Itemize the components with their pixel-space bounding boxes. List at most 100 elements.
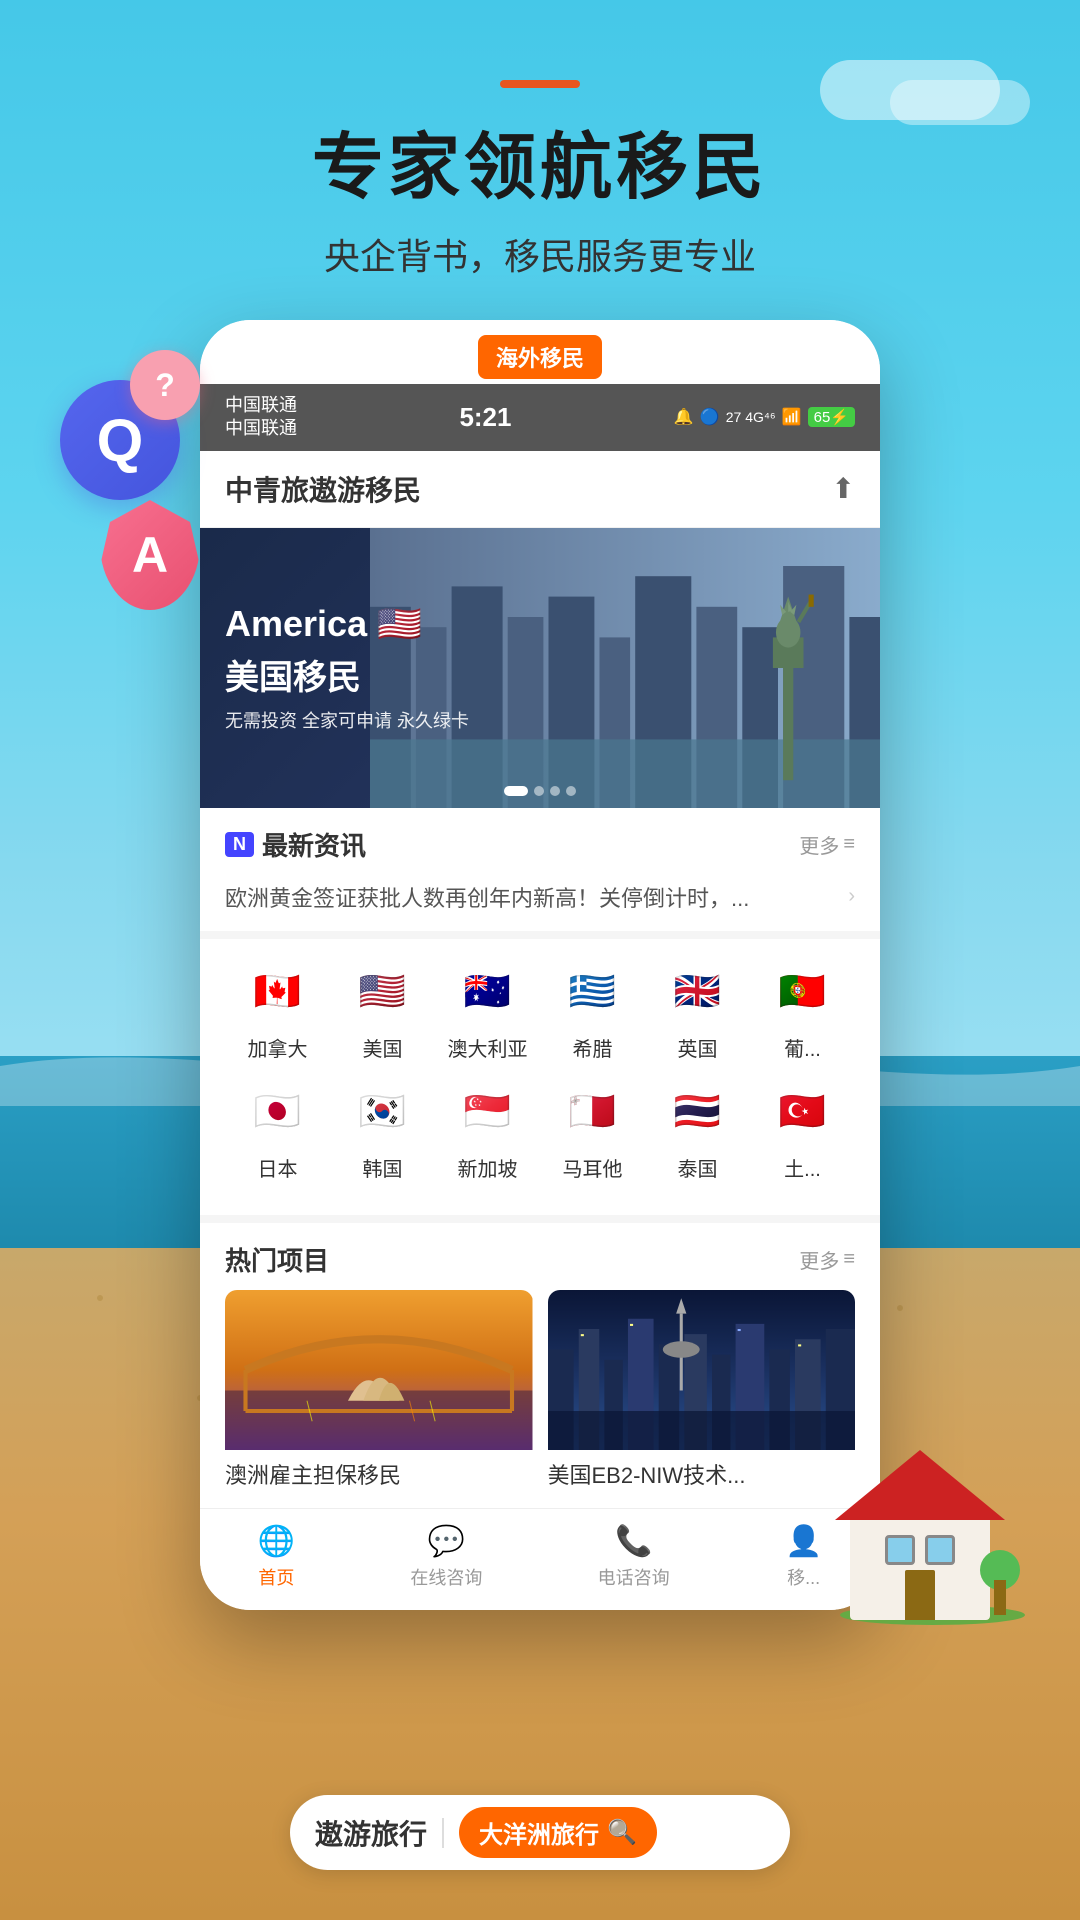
hot-card-title-australia: 澳洲雇主担保移民 xyxy=(225,1450,533,1490)
nav-migrate[interactable]: 👤 移... xyxy=(785,1524,822,1590)
question-bubble: ? xyxy=(130,350,200,420)
country-label-singapore: 新加坡 xyxy=(458,1153,518,1182)
flag-australia: 🇦🇺 xyxy=(453,957,523,1027)
house-3d xyxy=(830,1440,1030,1620)
hot-card-australia[interactable]: 澳洲雇主担保移民 xyxy=(225,1290,533,1490)
sub-title: 央企背书，移民服务更专业 xyxy=(0,228,1080,280)
country-label-korea: 韩国 xyxy=(363,1153,403,1182)
dot-3[interactable] xyxy=(550,786,560,796)
phone-icon: 📞 xyxy=(615,1524,652,1559)
bottom-search-bar[interactable]: 遨游旅行 大洋洲旅行 🔍 xyxy=(290,1795,790,1870)
nav-migrate-label: 移... xyxy=(787,1564,820,1590)
header-accent xyxy=(500,80,580,88)
country-label-australia: 澳大利亚 xyxy=(448,1033,528,1062)
chevron-right-icon: › xyxy=(848,885,855,908)
country-uk[interactable]: 🇬🇧 英国 xyxy=(645,957,750,1062)
search-icon: 🔍 xyxy=(607,1818,637,1847)
search-brand: 遨游旅行 xyxy=(315,1813,427,1853)
hot-card-usa[interactable]: 美国EB2-NIW技术... xyxy=(548,1290,856,1490)
nav-online-consult[interactable]: 💬 在线咨询 xyxy=(410,1524,482,1590)
country-portugal[interactable]: 🇵🇹 葡... xyxy=(750,957,855,1062)
country-label-turkey: 土... xyxy=(784,1153,821,1182)
banner[interactable]: America 🇺🇸 美国移民 无需投资 全家可申请 永久绿卡 xyxy=(200,528,880,808)
nav-home-label: 首页 xyxy=(258,1564,294,1590)
status-icons: 🔔 🔵 27 4G⁴⁶ 📶 65⚡ xyxy=(674,407,855,427)
globe-icon: 🌐 xyxy=(258,1524,295,1559)
hot-card-img-australia xyxy=(225,1290,533,1450)
hot-card-title-usa: 美国EB2-NIW技术... xyxy=(548,1450,856,1490)
country-label-uk: 英国 xyxy=(678,1033,718,1062)
dot-2[interactable] xyxy=(534,786,544,796)
share-icon[interactable]: ⬆ xyxy=(832,472,855,505)
header-area: 专家领航移民 央企背书，移民服务更专业 xyxy=(0,80,1080,280)
country-label-japan: 日本 xyxy=(258,1153,298,1182)
house-door xyxy=(905,1570,935,1620)
country-greece[interactable]: 🇬🇷 希腊 xyxy=(540,957,645,1062)
news-header: N 最新资讯 更多 ≡ xyxy=(225,826,855,863)
banner-en-text: America 🇺🇸 xyxy=(225,603,469,645)
flag-thailand: 🇹🇭 xyxy=(663,1077,733,1147)
news-more-link[interactable]: 更多 ≡ xyxy=(799,830,855,859)
banner-pagination xyxy=(504,786,576,796)
hot-more-link[interactable]: 更多 ≡ xyxy=(799,1245,855,1274)
country-canada[interactable]: 🇨🇦 加拿大 xyxy=(225,957,330,1062)
country-singapore[interactable]: 🇸🇬 新加坡 xyxy=(435,1077,540,1182)
nav-online-label: 在线咨询 xyxy=(410,1564,482,1590)
news-title: N 最新资讯 xyxy=(225,826,366,863)
person-icon: 👤 xyxy=(785,1524,822,1559)
flag-malta: 🇲🇹 xyxy=(558,1077,628,1147)
country-thailand[interactable]: 🇹🇭 泰国 xyxy=(645,1077,750,1182)
bottom-nav: 🌐 首页 💬 在线咨询 📞 电话咨询 👤 移... xyxy=(200,1508,880,1610)
country-label-malta: 马耳他 xyxy=(563,1153,623,1182)
nav-phone-consult[interactable]: 📞 电话咨询 xyxy=(598,1524,670,1590)
phone-mockup: 海外移民 中国联通 中国联通 5:21 🔔 🔵 27 4G⁴⁶ 📶 65⚡ 中青… xyxy=(200,320,880,1610)
country-turkey[interactable]: 🇹🇷 土... xyxy=(750,1077,855,1182)
n-badge: N xyxy=(225,832,254,857)
flag-portugal: 🇵🇹 xyxy=(768,957,838,1027)
house-tree xyxy=(980,1550,1020,1615)
search-divider xyxy=(442,1818,444,1848)
hot-card-img-usa xyxy=(548,1290,856,1450)
house-window-right xyxy=(925,1535,955,1565)
nav-phone-label: 电话咨询 xyxy=(598,1564,670,1590)
country-label-greece: 希腊 xyxy=(573,1033,613,1062)
flag-usa: 🇺🇸 xyxy=(348,957,418,1027)
nav-home[interactable]: 🌐 首页 xyxy=(258,1524,295,1590)
country-label-usa: 美国 xyxy=(363,1033,403,1062)
hot-grid: 澳洲雇主担保移民 xyxy=(225,1290,855,1490)
country-korea[interactable]: 🇰🇷 韩国 xyxy=(330,1077,435,1182)
country-label-canada: 加拿大 xyxy=(248,1033,308,1062)
country-japan[interactable]: 🇯🇵 日本 xyxy=(225,1077,330,1182)
flag-turkey: 🇹🇷 xyxy=(768,1077,838,1147)
country-row-2: 🇯🇵 日本 🇰🇷 韩国 🇸🇬 新加坡 🇲🇹 马耳他 🇹🇭 泰国 🇹🇷 xyxy=(225,1077,855,1182)
flag-japan: 🇯🇵 xyxy=(243,1077,313,1147)
dot-1[interactable] xyxy=(504,786,528,796)
hot-title: 热门项目 xyxy=(225,1241,329,1278)
status-bar: 中国联通 中国联通 5:21 🔔 🔵 27 4G⁴⁶ 📶 65⚡ xyxy=(200,384,880,451)
app-title: 中青旅遨游移民 xyxy=(225,469,421,509)
country-label-portugal: 葡... xyxy=(784,1033,821,1062)
q-bubble: Q ? xyxy=(60,380,180,500)
flag-korea: 🇰🇷 xyxy=(348,1077,418,1147)
flag-uk: 🇬🇧 xyxy=(663,957,733,1027)
country-usa[interactable]: 🇺🇸 美国 xyxy=(330,957,435,1062)
banner-desc: 无需投资 全家可申请 永久绿卡 xyxy=(225,707,469,733)
main-title: 专家领航移民 xyxy=(0,108,1080,213)
flag-singapore: 🇸🇬 xyxy=(453,1077,523,1147)
dot-4[interactable] xyxy=(566,786,576,796)
house-window-left xyxy=(885,1535,915,1565)
status-time: 5:21 xyxy=(459,402,511,433)
news-item[interactable]: 欧洲黄金签证获批人数再创年内新高！关停倒计时，... › xyxy=(225,875,855,919)
hot-section: 热门项目 更多 ≡ xyxy=(200,1215,880,1508)
country-row-1: 🇨🇦 加拿大 🇺🇸 美国 🇦🇺 澳大利亚 🇬🇷 希腊 🇬🇧 英国 🇵🇹 xyxy=(225,957,855,1062)
country-section: 🇨🇦 加拿大 🇺🇸 美国 🇦🇺 澳大利亚 🇬🇷 希腊 🇬🇧 英国 🇵🇹 xyxy=(200,931,880,1215)
search-button[interactable]: 大洋洲旅行 🔍 xyxy=(459,1807,657,1858)
house-roof xyxy=(835,1450,1005,1520)
country-malta[interactable]: 🇲🇹 马耳他 xyxy=(540,1077,645,1182)
country-australia[interactable]: 🇦🇺 澳大利亚 xyxy=(435,957,540,1062)
house-body xyxy=(850,1510,990,1620)
overseas-badge: 海外移民 xyxy=(478,335,602,379)
qa-decoration: Q ? A xyxy=(60,380,180,580)
tree-trunk xyxy=(994,1580,1006,1615)
news-section: N 最新资讯 更多 ≡ 欧洲黄金签证获批人数再创年内新高！关停倒计时，... › xyxy=(200,808,880,931)
